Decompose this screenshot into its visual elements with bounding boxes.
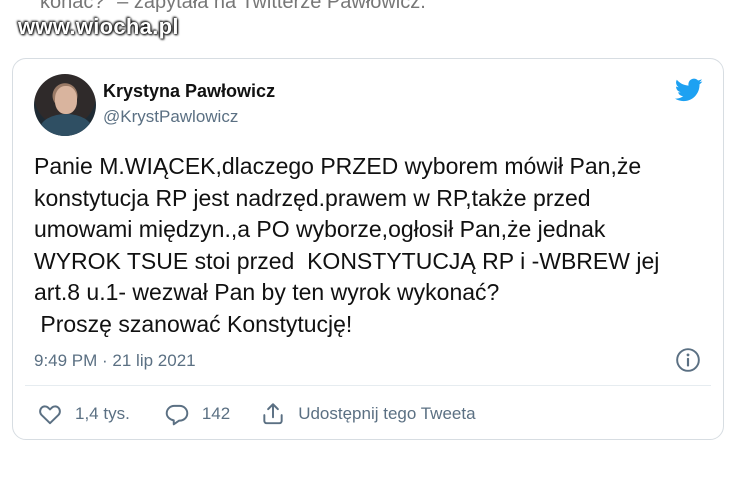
avatar[interactable] [34, 74, 96, 136]
reply-count: 142 [201, 404, 231, 423]
tweet-timestamp[interactable]: 9:49 PM · 21 lip 2021 [34, 351, 196, 371]
divider [25, 385, 711, 386]
reply-button[interactable]: 142 [164, 401, 230, 427]
info-icon[interactable] [675, 347, 701, 373]
tweet-text: Panie M.WIĄCEK,dlaczego PRZED wyborem mó… [34, 153, 660, 337]
share-icon [263, 403, 283, 425]
reply-icon [165, 404, 189, 426]
tweet-card[interactable]: Krystyna Pawłowicz @KrystPawlowicz Panie… [12, 58, 724, 440]
like-count: 1,4 tys. [75, 404, 130, 423]
author-name[interactable]: Krystyna Pawłowicz [103, 81, 275, 102]
tweet-actions: 1,4 tys. 142 Udostępnij tego Tweeta [37, 401, 476, 427]
like-button[interactable]: 1,4 tys. [37, 401, 130, 427]
share-label: Udostępnij tego Tweeta [298, 404, 476, 423]
author-handle[interactable]: @KrystPawlowicz [103, 107, 238, 127]
heart-icon [39, 405, 61, 425]
caption-text: konać?" – zapytała na Twitterze Pawłowic… [40, 0, 426, 13]
site-watermark: www.wiocha.pl [18, 14, 179, 39]
avatar-face [55, 86, 77, 114]
share-button[interactable]: Udostępnij tego Tweeta [260, 401, 476, 427]
twitter-bird-icon[interactable] [673, 76, 705, 104]
avatar-body [40, 114, 92, 136]
